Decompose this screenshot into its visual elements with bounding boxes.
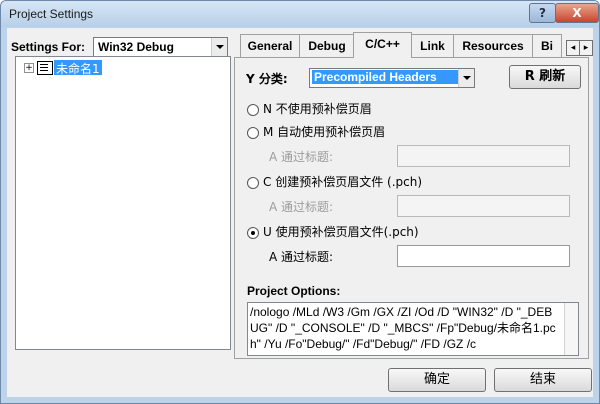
radio-create-pch-label[interactable]: C 创建预补偿页眉文件 (.pch) [263, 173, 422, 190]
through-header-label-auto: A 通过标题: [269, 150, 334, 164]
category-dropdown[interactable]: Precompiled Headers [309, 68, 475, 88]
cancel-button[interactable]: 结束 [494, 368, 592, 392]
category-value: Precompiled Headers [312, 70, 458, 84]
radio-no-pch[interactable] [247, 104, 259, 116]
tab-general[interactable]: General [240, 34, 300, 57]
radio-create-pch[interactable] [247, 177, 259, 189]
settings-for-label: Settings For: [11, 40, 85, 54]
through-header-field-create [397, 195, 570, 217]
settings-for-dropdown[interactable]: Win32 Debug [93, 37, 228, 57]
through-header-field-use[interactable] [397, 245, 570, 267]
category-label: Y 分类: [246, 72, 288, 86]
tab-browse-info[interactable]: Bi [532, 34, 562, 57]
window-title: Project Settings [9, 7, 94, 21]
title-bar[interactable]: Project Settings ? X [1, 1, 599, 27]
tab-resources[interactable]: Resources [453, 34, 533, 57]
project-icon [37, 61, 53, 75]
through-header-label-use: A 通过标题: [269, 250, 334, 264]
radio-auto-pch-label[interactable]: M 自动使用预补偿页眉 [263, 123, 385, 140]
radio-auto-pch[interactable] [247, 127, 259, 139]
project-options-label: Project Options: [247, 284, 341, 298]
project-options-text[interactable]: /nologo /MLd /W3 /Gm /GX /ZI /Od /D "WIN… [250, 304, 560, 352]
project-tree[interactable]: + 未命名1 [15, 56, 231, 350]
radio-no-pch-label[interactable]: N 不使用预补偿页眉 [263, 100, 372, 117]
project-options-box[interactable]: /nologo /MLd /W3 /Gm /GX /ZI /Od /D "WIN… [247, 302, 579, 356]
through-header-label-create: A 通过标题: [269, 200, 334, 214]
help-button[interactable]: ? [529, 3, 556, 23]
tab-link[interactable]: Link [411, 34, 454, 57]
close-button[interactable]: X [555, 3, 599, 23]
tab-scroll-right-icon[interactable]: ▸ [579, 40, 593, 56]
settings-for-value: Win32 Debug [98, 40, 174, 54]
ok-button[interactable]: 确定 [388, 368, 486, 392]
chevron-down-icon[interactable] [458, 69, 474, 87]
through-header-field-auto [397, 145, 570, 167]
project-options-scrollbar[interactable] [564, 303, 578, 355]
tab-scroll-left-icon[interactable]: ◂ [566, 40, 580, 56]
project-settings-window: Project Settings ? X Settings For: Win32… [0, 0, 600, 404]
chevron-down-icon[interactable] [211, 38, 227, 56]
expand-icon[interactable]: + [24, 63, 34, 73]
refresh-button[interactable]: R 刷新 [509, 65, 581, 89]
radio-use-pch[interactable] [247, 227, 259, 239]
tab-debug[interactable]: Debug [299, 34, 355, 57]
dialog-client: Settings For: Win32 Debug + 未命名1 General… [7, 28, 593, 397]
radio-use-pch-label[interactable]: U 使用预补偿页眉文件(.pch) [263, 223, 419, 240]
tree-item-project[interactable]: 未命名1 [54, 60, 102, 76]
tab-cpp[interactable]: C/C++ [353, 32, 412, 58]
